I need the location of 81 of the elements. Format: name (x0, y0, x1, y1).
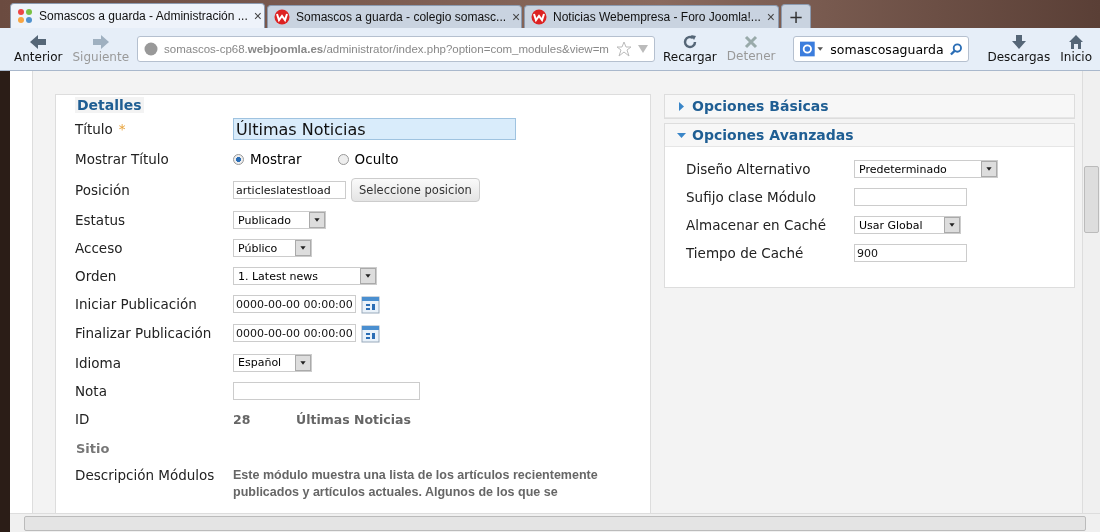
dropdown[interactable]: Público (233, 239, 312, 257)
field-label: Idioma (75, 354, 122, 371)
field-label: Diseño Alternativo (686, 161, 812, 177)
browser-tab[interactable]: Somascos a guarda - colegio somasc... × (267, 5, 522, 28)
home-icon (1068, 34, 1085, 50)
tab-close-button[interactable]: × (512, 9, 521, 25)
dropdown[interactable]: 1. Latest news (233, 267, 377, 285)
home-button[interactable]: Inicio (1058, 34, 1094, 64)
back-arrow-icon (29, 34, 48, 50)
title-input[interactable]: Últimas Noticias (233, 118, 516, 140)
dropdown[interactable]: Predeterminado (854, 160, 998, 178)
field-label: Sufijo clase Módulo (686, 189, 818, 205)
radio-label: Mostrar (250, 151, 302, 167)
field-label: Estatus (75, 212, 126, 228)
caret-right-icon (677, 101, 686, 111)
w-logo-icon (274, 9, 290, 25)
reload-icon (681, 34, 698, 50)
dropdown[interactable]: Español (233, 353, 312, 372)
field-label: ID (75, 411, 91, 427)
reload-button[interactable]: Recargar (661, 34, 719, 64)
accordion-header[interactable]: Opciones Avanzadas (665, 124, 1074, 147)
section-heading: Sitio (76, 440, 110, 456)
close-icon (744, 35, 759, 49)
text-input[interactable] (854, 188, 967, 206)
browser-tab[interactable]: Noticias Webempresa - Foro Joomla!... × (524, 5, 779, 28)
field-label: Almacenar en Caché (686, 217, 827, 233)
field-label: Iniciar Publicación (75, 296, 198, 312)
module-description: Este módulo muestra una lista de los artículos recientemente publicados y artículos actuales. Algunos de los que se (233, 467, 599, 501)
search-engine-icon (800, 41, 825, 57)
w-logo-icon (531, 9, 547, 25)
caret-icon (360, 268, 376, 284)
horizontal-scrollbar[interactable] (10, 513, 1100, 532)
radio-label: Oculto (354, 151, 399, 167)
radio-button[interactable] (337, 153, 349, 165)
caret-down-icon (677, 130, 686, 140)
tab-title: Somascos a guarda - Administración ... (39, 9, 248, 23)
id-value: 28 (233, 411, 252, 427)
new-tab-button[interactable]: + (781, 4, 811, 28)
address-bar[interactable]: somascos-cp68.webjoomla.es/administrator/index.php?option=com_modules&view=m (137, 36, 656, 62)
field-label: Mostrar Título (75, 151, 170, 167)
field-label: Título * (75, 121, 127, 137)
dropdown-triangle-icon[interactable] (638, 45, 649, 53)
calendar-icon[interactable] (361, 323, 380, 343)
caret-icon (295, 240, 311, 256)
tab-title: Noticias Webempresa - Foro Joomla!... (553, 10, 761, 24)
download-arrow-icon (1010, 34, 1027, 50)
dropdown[interactable]: Publicado (233, 211, 326, 229)
calendar-icon[interactable] (361, 294, 380, 314)
field-label: Tiempo de Caché (686, 245, 805, 261)
radio-button[interactable] (233, 153, 244, 165)
back-button[interactable]: Anterior (12, 34, 65, 64)
dropdown[interactable]: Usar Global (854, 216, 961, 234)
field-label: Descripción Módulos (75, 467, 216, 483)
field-label: Nota (75, 383, 108, 399)
select-position-button[interactable]: Seleccione posicion (351, 178, 480, 202)
search-icon[interactable] (949, 42, 963, 56)
tab-close-button[interactable]: × (253, 8, 262, 24)
downloads-button[interactable]: Descargas (985, 34, 1053, 64)
field-label: Finalizar Publicación (75, 325, 213, 341)
forward-arrow-icon (91, 34, 110, 50)
field-label: Posición (75, 182, 131, 198)
accordion-header[interactable]: Opciones Básicas (665, 95, 1074, 118)
search-field[interactable]: somascosaguarda (793, 36, 970, 62)
caret-icon (981, 161, 997, 177)
tab-title: Somascos a guarda - colegio somasc... (296, 10, 507, 24)
module-name: Últimas Noticias (296, 411, 411, 427)
caret-icon (309, 212, 325, 228)
caret-icon (944, 217, 960, 233)
star-icon[interactable] (616, 41, 633, 57)
field-label: Acceso (75, 240, 124, 256)
caret-icon (295, 354, 311, 371)
date-input[interactable]: 0000-00-00 00:00:00 (233, 324, 356, 342)
details-legend: Detalles (75, 97, 144, 113)
position-input[interactable]: articleslatestload (233, 181, 346, 199)
date-input[interactable]: 0000-00-00 00:00:00 (233, 295, 356, 313)
field-label: Orden (75, 268, 118, 284)
text-input[interactable] (233, 382, 420, 400)
text-input[interactable]: 900 (854, 244, 967, 262)
tab-close-button[interactable]: × (766, 9, 776, 25)
browser-tab[interactable]: Somascos a guarda - Administración ... × (10, 3, 265, 28)
vertical-scrollbar[interactable] (1082, 71, 1100, 513)
